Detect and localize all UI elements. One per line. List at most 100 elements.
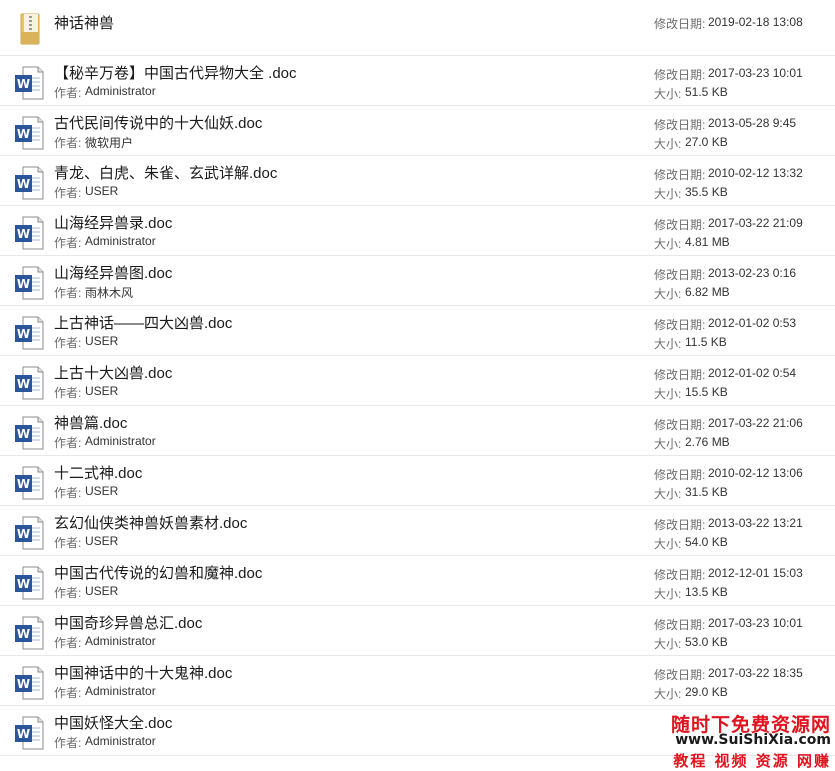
word-doc-icon: W <box>15 616 44 650</box>
folder-row[interactable]: 神话神兽 修改日期: 2019-02-18 13:08 <box>0 0 835 56</box>
file-row[interactable]: W 【秘辛万卷】中国古代异物大全 .doc 作者: Administrator … <box>0 56 835 106</box>
modified-value: 2017-03-22 21:09 <box>708 216 803 230</box>
author-label: 作者: <box>54 286 82 300</box>
modified-value: 2017-03-23 10:01 <box>708 66 803 80</box>
file-name: 山海经异兽录.doc <box>54 215 173 232</box>
file-name: 【秘辛万卷】中国古代异物大全 .doc <box>54 65 297 82</box>
size-label: 大小: <box>654 187 682 201</box>
svg-text:W: W <box>17 527 30 541</box>
word-doc-icon: W <box>15 366 44 400</box>
author-value: USER <box>85 334 119 348</box>
word-doc-icon: W <box>15 566 44 600</box>
file-name: 上古十大凶兽.doc <box>54 365 173 382</box>
file-row[interactable]: W 十二式神.doc 作者: USER 修改日期: 2010-02-12 13:… <box>0 456 835 506</box>
modified-value: 2017-03-23 10:01 <box>708 616 803 630</box>
modified-label: 修改日期: <box>654 318 706 332</box>
size-value: 53.0 KB <box>685 635 728 649</box>
author-label: 作者: <box>54 86 82 100</box>
modified-value: 2013-03-22 13:21 <box>708 516 803 530</box>
modified-value: 2012-12-01 15:03 <box>708 566 803 580</box>
author-value: USER <box>85 584 119 598</box>
modified-value: 2013-05-28 9:45 <box>708 116 797 130</box>
modified-label: 修改日期: <box>654 568 706 582</box>
author-value: Administrator <box>85 634 156 648</box>
file-row[interactable]: W 上古十大凶兽.doc 作者: USER 修改日期: 2012-01-02 0… <box>0 356 835 406</box>
size-value: 27.0 KB <box>685 135 728 149</box>
size-label: 大小: <box>654 537 682 551</box>
size-label: 大小: <box>654 137 682 151</box>
modified-label: 修改日期: <box>654 68 706 82</box>
author-value: 雨林木风 <box>85 286 134 300</box>
folder-name: 神话神兽 <box>54 15 115 32</box>
size-value: 15.5 KB <box>685 385 728 399</box>
author-value: USER <box>85 384 119 398</box>
file-row[interactable]: W 山海经异兽图.doc 作者: 雨林木风 修改日期: 2013-02-23 0… <box>0 256 835 306</box>
size-value: 35.5 KB <box>685 185 728 199</box>
file-name: 上古神话——四大凶兽.doc <box>54 315 233 332</box>
word-doc-icon: W <box>15 66 44 100</box>
size-label: 大小: <box>654 287 682 301</box>
svg-text:W: W <box>17 677 30 691</box>
modified-label: 修改日期: <box>654 618 706 632</box>
watermark-line2: www.SuiShiXia.com <box>675 732 831 748</box>
size-value: 4.81 MB <box>685 235 730 249</box>
file-row[interactable]: W 玄幻仙侠类神兽妖兽素材.doc 作者: USER 修改日期: 2013-03… <box>0 506 835 556</box>
size-value: 13.5 KB <box>685 585 728 599</box>
size-value: 54.0 KB <box>685 535 728 549</box>
svg-text:W: W <box>17 327 30 341</box>
modified-label: 修改日期: <box>654 218 706 232</box>
author-label: 作者: <box>54 236 82 250</box>
author-label: 作者: <box>54 586 82 600</box>
file-list: 神话神兽 修改日期: 2019-02-18 13:08 W 【秘辛万卷】中国古代… <box>0 0 835 756</box>
modified-label: 修改日期: <box>654 368 706 382</box>
modified-value: 2019-02-18 13:08 <box>708 15 803 29</box>
word-doc-icon: W <box>15 166 44 200</box>
modified-value: 2017-03-22 18:35 <box>708 666 803 680</box>
author-label: 作者: <box>54 536 82 550</box>
modified-value: 2012-01-02 0:53 <box>708 316 797 330</box>
word-doc-icon: W <box>15 416 44 450</box>
size-value: 6.82 MB <box>685 285 730 299</box>
file-row[interactable]: W 神兽篇.doc 作者: Administrator 修改日期: 2017-0… <box>0 406 835 456</box>
file-row[interactable]: W 古代民间传说中的十大仙妖.doc 作者: 微软用户 修改日期: 2013-0… <box>0 106 835 156</box>
word-doc-icon: W <box>15 516 44 550</box>
svg-text:W: W <box>17 177 30 191</box>
file-name: 玄幻仙侠类神兽妖兽素材.doc <box>54 515 248 532</box>
size-value: 51.5 KB <box>685 85 728 99</box>
svg-text:W: W <box>17 277 30 291</box>
svg-text:W: W <box>17 127 30 141</box>
file-row[interactable]: W 中国神话中的十大鬼神.doc 作者: Administrator 修改日期:… <box>0 656 835 706</box>
svg-text:W: W <box>17 477 30 491</box>
author-label: 作者: <box>54 386 82 400</box>
file-row[interactable]: W 中国奇珍异兽总汇.doc 作者: Administrator 修改日期: 2… <box>0 606 835 656</box>
author-label: 作者: <box>54 336 82 350</box>
modified-label: 修改日期: <box>654 468 706 482</box>
file-name: 山海经异兽图.doc <box>54 265 173 282</box>
author-label: 作者: <box>54 186 82 200</box>
modified-label: 修改日期: <box>654 118 706 132</box>
size-label: 大小: <box>654 487 682 501</box>
svg-text:W: W <box>17 227 30 241</box>
modified-value: 2010-02-12 13:32 <box>708 166 803 180</box>
file-name: 古代民间传说中的十大仙妖.doc <box>54 115 263 132</box>
author-value: USER <box>85 184 119 198</box>
author-value: USER <box>85 484 119 498</box>
size-label: 大小: <box>654 387 682 401</box>
author-value: Administrator <box>85 434 156 448</box>
modified-value: 2012-01-02 0:54 <box>708 366 797 380</box>
file-name: 中国神话中的十大鬼神.doc <box>54 665 233 682</box>
modified-label: 修改日期: <box>654 168 706 182</box>
modified-label: 修改日期: <box>654 17 706 31</box>
file-row[interactable]: W 青龙、白虎、朱雀、玄武详解.doc 作者: USER 修改日期: 2010-… <box>0 156 835 206</box>
author-label: 作者: <box>54 686 82 700</box>
file-row[interactable]: W 上古神话——四大凶兽.doc 作者: USER 修改日期: 2012-01-… <box>0 306 835 356</box>
author-value: Administrator <box>85 734 156 748</box>
file-row[interactable]: W 山海经异兽录.doc 作者: Administrator 修改日期: 201… <box>0 206 835 256</box>
author-label: 作者: <box>54 636 82 650</box>
author-value: Administrator <box>85 84 156 98</box>
author-value: USER <box>85 534 119 548</box>
file-row[interactable]: W 中国古代传说的幻兽和魔神.doc 作者: USER 修改日期: 2012-1… <box>0 556 835 606</box>
author-label: 作者: <box>54 136 82 150</box>
folder-zip-icon <box>20 13 40 45</box>
modified-label: 修改日期: <box>654 668 706 682</box>
